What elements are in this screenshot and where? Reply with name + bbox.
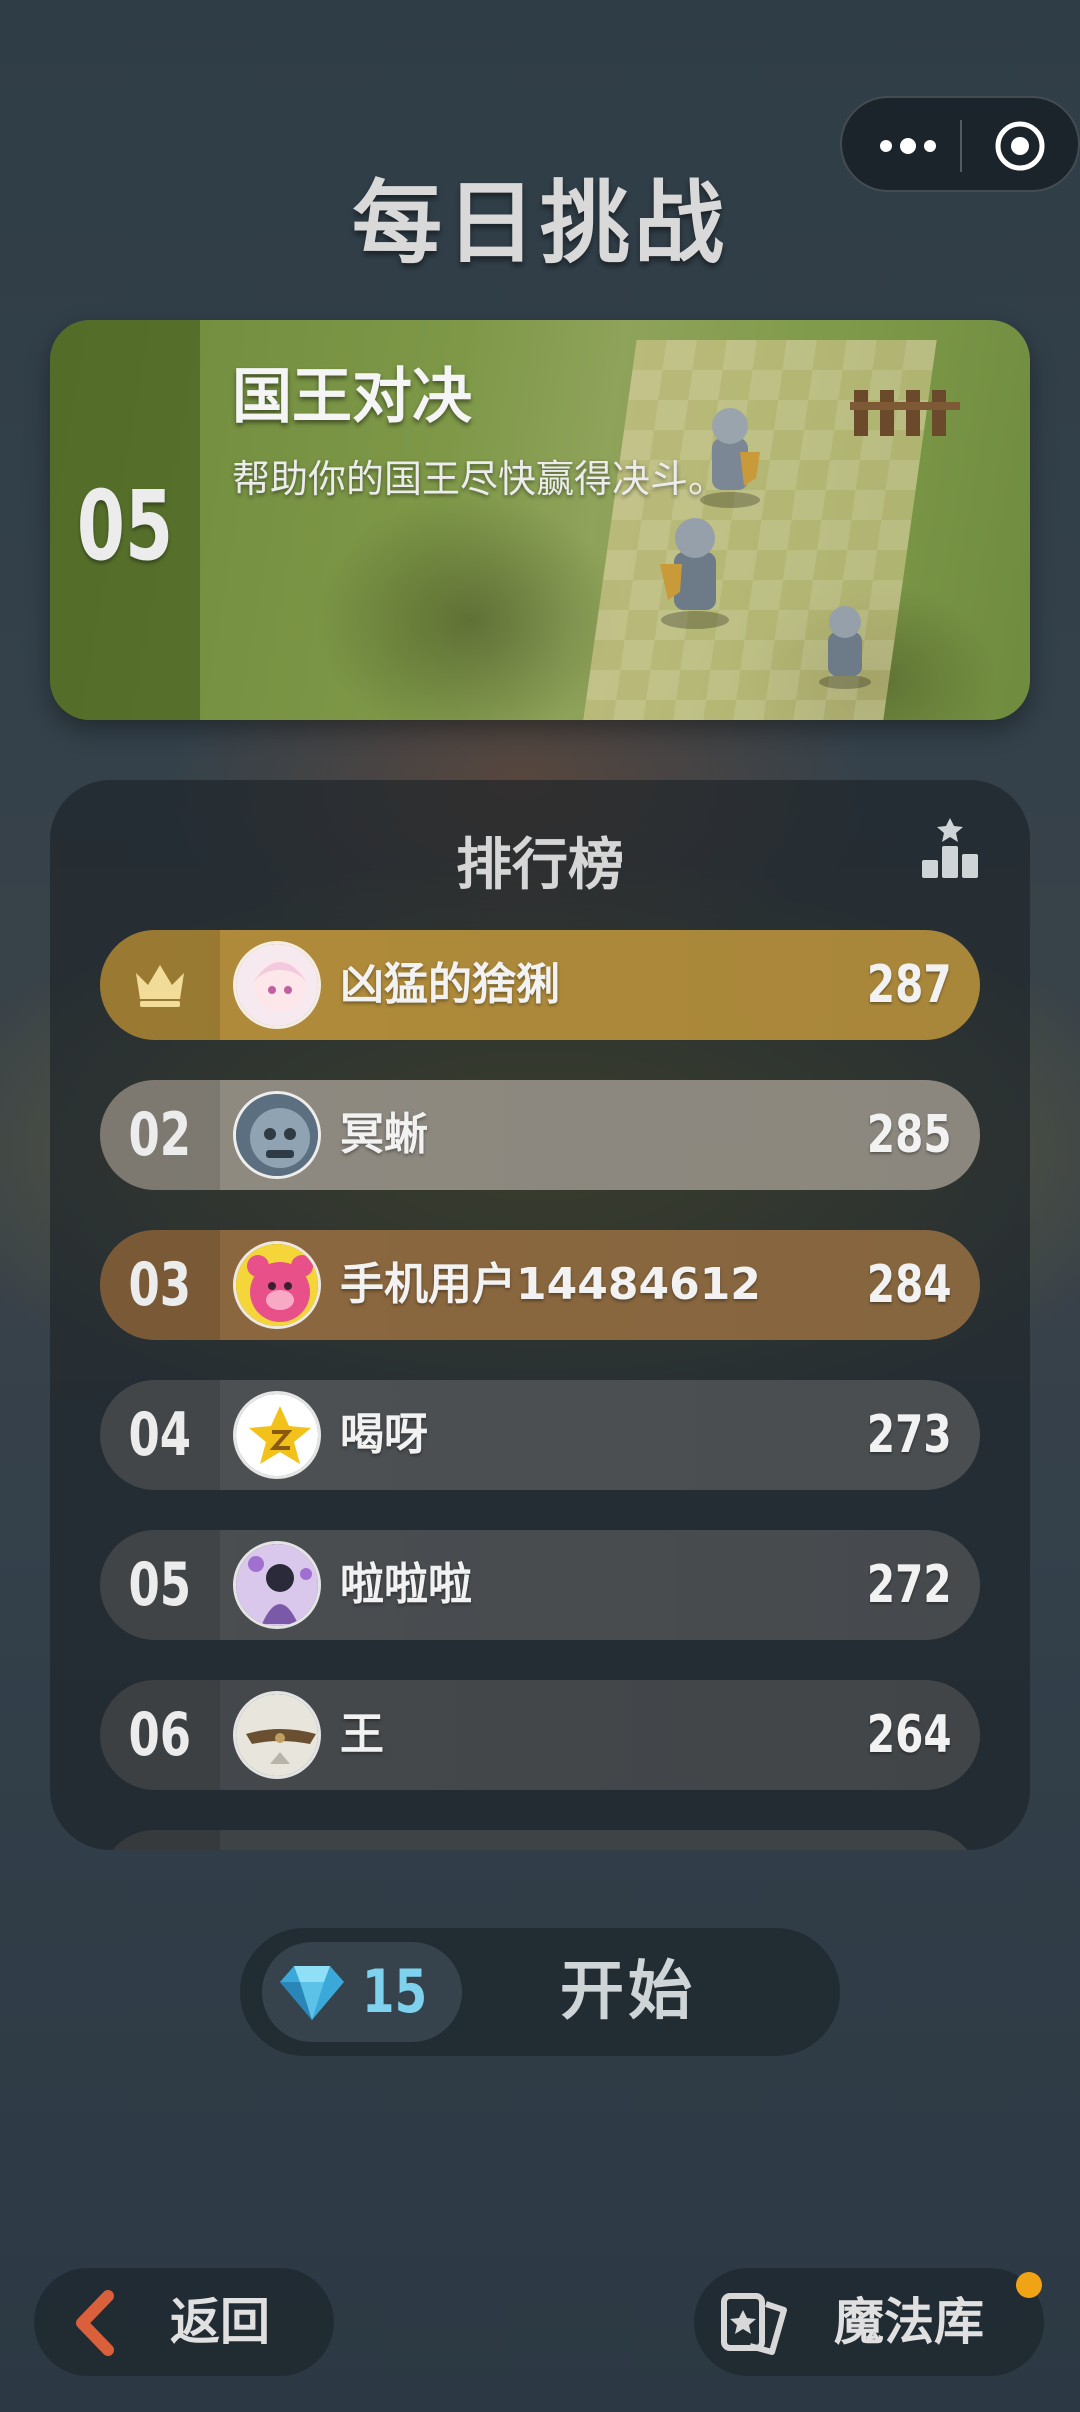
rank-cell [100, 1830, 220, 1850]
start-label: 开始 [560, 1955, 696, 2029]
player-name: 啦啦啦 [340, 1559, 472, 1610]
diamond-gem-icon [280, 1966, 344, 2020]
knight-figure [819, 606, 871, 689]
daily-challenge-card[interactable]: 05 国王对决 帮助你的国王尽快赢得决斗。 [50, 320, 1030, 720]
leaderboard-row[interactable]: 03 手机用户14484612 284 [100, 1230, 980, 1340]
player-score: 264 [867, 1705, 952, 1765]
challenge-number: 05 [76, 470, 174, 582]
rank-number: 04 [128, 1400, 192, 1470]
avatar [233, 1091, 321, 1179]
leaderboard-row[interactable]: 02 冥蜥 285 [100, 1080, 980, 1190]
avatar [233, 1391, 321, 1479]
leaderboard-title: 排行榜 [456, 833, 624, 898]
challenge-description: 帮助你的国王尽快赢得决斗。 [232, 457, 727, 501]
leaderboard-panel[interactable]: 排行榜 凶猛的猞猁 287 02 冥蜥 285 03 手机用户14484612 … [50, 780, 1030, 1850]
leaderboard-row-partial[interactable] [100, 1830, 980, 1850]
gem-cost-pill: 15 [262, 1942, 462, 2042]
player-score: 273 [867, 1405, 952, 1465]
avatar [233, 1241, 321, 1329]
rank-number: 06 [128, 1700, 192, 1770]
leaderboard-row[interactable]: 04 喝呀 273 [100, 1380, 980, 1490]
player-name: 王 [340, 1709, 384, 1760]
chevron-left-icon [76, 2290, 114, 2356]
rank-number: 02 [128, 1100, 192, 1170]
knight-figure [660, 518, 729, 629]
avatar [233, 941, 321, 1029]
rank-cell [100, 930, 220, 1040]
back-label: 返回 [170, 2293, 270, 2351]
page-title: 每日挑战 [352, 171, 728, 276]
avatar [233, 1691, 321, 1779]
start-button[interactable]: 15 开始 [240, 1928, 840, 2056]
gem-cost: 15 [362, 1957, 428, 2027]
player-score: 284 [867, 1255, 952, 1315]
rank-cell: 04 [100, 1380, 220, 1490]
challenge-name: 国王对决 [232, 362, 472, 432]
podium-star-icon[interactable] [920, 816, 980, 880]
rank-cell: 03 [100, 1230, 220, 1340]
player-name: 冥蜥 [340, 1109, 428, 1160]
leaderboard-row[interactable]: 凶猛的猞猁 287 [100, 930, 980, 1040]
back-button[interactable]: 返回 [34, 2268, 334, 2376]
player-name: 喝呀 [340, 1409, 428, 1460]
cards-icon [721, 2293, 787, 2355]
rank-number: 03 [128, 1250, 192, 1320]
rank-cell: 05 [100, 1530, 220, 1640]
player-score: 272 [867, 1555, 952, 1615]
leaderboard-row[interactable]: 05 啦啦啦 272 [100, 1530, 980, 1640]
notification-dot [1016, 2272, 1042, 2298]
player-score: 287 [867, 955, 952, 1015]
fence-prop [850, 390, 960, 436]
player-name: 凶猛的猞猁 [340, 959, 560, 1010]
player-name: 手机用户14484612 [340, 1259, 761, 1310]
magic-library-label: 魔法库 [834, 2293, 984, 2351]
rank-cell: 02 [100, 1080, 220, 1190]
rank-cell: 06 [100, 1680, 220, 1790]
magic-library-button[interactable]: 魔法库 [694, 2268, 1044, 2376]
leaderboard-row[interactable]: 06 王 264 [100, 1680, 980, 1790]
avatar [233, 1541, 321, 1629]
crown-icon [136, 965, 184, 1007]
player-score: 285 [867, 1105, 952, 1165]
rank-number: 05 [128, 1550, 192, 1620]
